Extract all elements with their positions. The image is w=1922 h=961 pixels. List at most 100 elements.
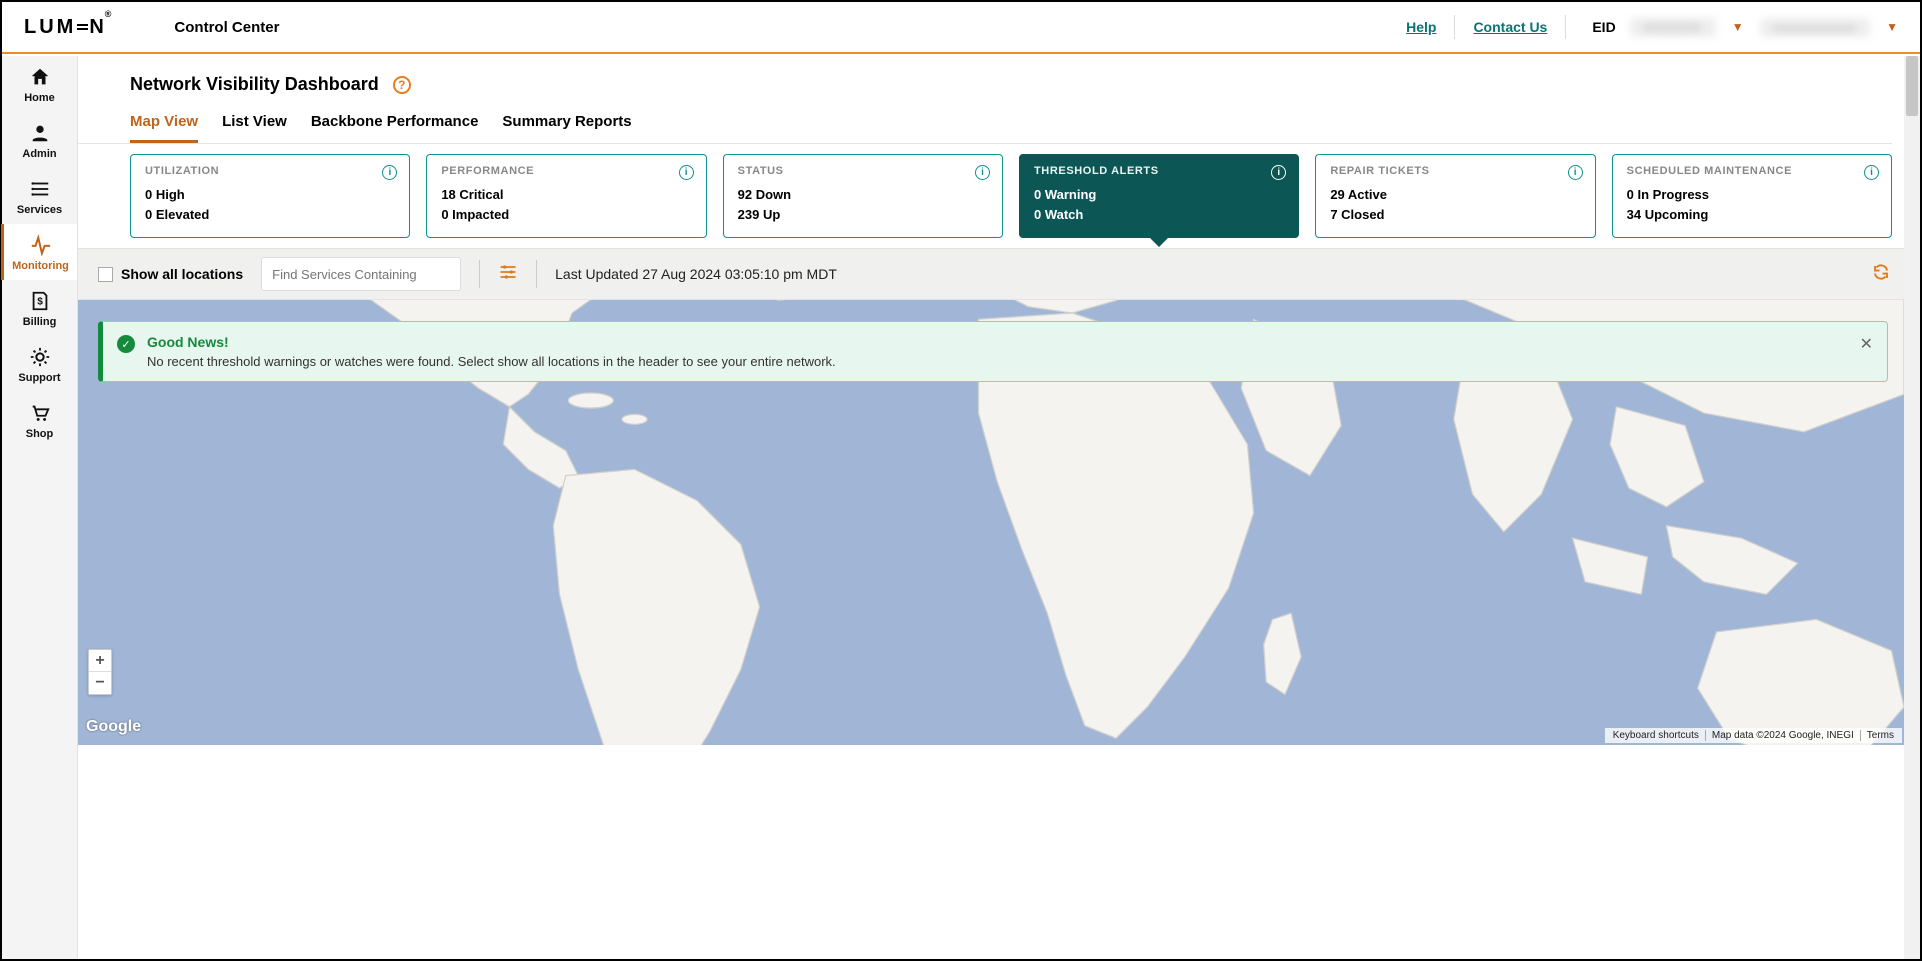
divider: [1454, 15, 1455, 39]
sidebar-item-home[interactable]: Home: [2, 56, 77, 112]
chevron-down-icon[interactable]: ▼: [1724, 20, 1752, 34]
divider: [479, 260, 480, 288]
tab-summary-reports[interactable]: Summary Reports: [502, 107, 631, 143]
card-utilization[interactable]: i UTILIZATION 0 High 0 Elevated: [130, 154, 410, 238]
alert-banner: ✓ Good News! No recent threshold warning…: [98, 321, 1888, 382]
support-icon: [29, 346, 51, 368]
sidebar-item-monitoring[interactable]: Monitoring: [1, 224, 77, 280]
card-title: UTILIZATION: [145, 165, 395, 177]
sidebar-item-label: Home: [24, 92, 55, 104]
services-icon: [29, 178, 51, 200]
sidebar-item-billing[interactable]: $ Billing: [2, 280, 77, 336]
map-zoom-control: + −: [88, 649, 112, 695]
zoom-out-button[interactable]: −: [89, 672, 111, 694]
app-title: Control Center: [174, 19, 279, 36]
card-line: 239 Up: [738, 205, 988, 225]
info-icon[interactable]: i: [679, 165, 694, 180]
sidebar-item-admin[interactable]: Admin: [2, 112, 77, 168]
help-link[interactable]: Help: [1396, 19, 1446, 35]
divider: [1565, 15, 1566, 39]
card-line: 34 Upcoming: [1627, 205, 1877, 225]
card-line: 0 Warning: [1034, 185, 1284, 205]
admin-icon: [29, 122, 51, 144]
divider: [536, 260, 537, 288]
svg-text:$: $: [37, 297, 43, 308]
card-line: 0 High: [145, 185, 395, 205]
monitoring-icon: [30, 234, 52, 256]
chevron-down-icon[interactable]: ▼: [1878, 20, 1906, 34]
sidebar-item-shop[interactable]: Shop: [2, 392, 77, 448]
sidebar-item-label: Admin: [22, 148, 56, 160]
user-name[interactable]: xxxxxxxxxxx: [1760, 18, 1871, 37]
home-icon: [29, 66, 51, 88]
sidebar-item-label: Services: [17, 204, 62, 216]
info-icon[interactable]: i: [382, 165, 397, 180]
show-all-locations-checkbox[interactable]: [98, 267, 113, 282]
show-all-locations-label[interactable]: Show all locations: [121, 266, 243, 282]
card-line: 18 Critical: [441, 185, 691, 205]
search-input[interactable]: [262, 267, 458, 282]
google-logo: Google: [86, 718, 141, 736]
last-updated: Last Updated 27 Aug 2024 03:05:10 pm MDT: [555, 266, 837, 282]
brand-logo: LUMN®: [24, 16, 116, 39]
tab-list-view[interactable]: List View: [222, 107, 287, 143]
sidebar-item-support[interactable]: Support: [2, 336, 77, 392]
stat-cards-row: i UTILIZATION 0 High 0 Elevated i PERFOR…: [78, 144, 1904, 248]
sidebar-item-label: Monitoring: [12, 260, 69, 272]
close-icon[interactable]: ✕: [1860, 334, 1873, 354]
billing-icon: $: [29, 290, 51, 312]
sidebar-item-label: Shop: [26, 428, 54, 440]
card-line: 0 Elevated: [145, 205, 395, 225]
card-status[interactable]: i STATUS 92 Down 239 Up: [723, 154, 1003, 238]
card-line: 92 Down: [738, 185, 988, 205]
eid-value[interactable]: XXXXXX: [1630, 18, 1716, 37]
tab-backbone-performance[interactable]: Backbone Performance: [311, 107, 479, 143]
search-box: [261, 257, 461, 291]
info-icon[interactable]: i: [1864, 165, 1879, 180]
scrollbar-thumb[interactable]: [1906, 56, 1918, 116]
sidebar-item-label: Support: [18, 372, 60, 384]
alert-title: Good News!: [147, 334, 1847, 350]
card-line: 0 In Progress: [1627, 185, 1877, 205]
card-title: SCHEDULED MAINTENANCE: [1627, 165, 1877, 177]
tabs: Map View List View Backbone Performance …: [78, 107, 1892, 144]
check-circle-icon: ✓: [117, 335, 135, 353]
sidebar-item-services[interactable]: Services: [2, 168, 77, 224]
scrollbar[interactable]: [1904, 56, 1920, 959]
help-icon[interactable]: ?: [393, 76, 411, 94]
tab-map-view[interactable]: Map View: [130, 107, 198, 143]
card-line: 0 Impacted: [441, 205, 691, 225]
alert-body: No recent threshold warnings or watches …: [147, 354, 1847, 369]
search-icon[interactable]: [458, 265, 461, 283]
card-line: 7 Closed: [1330, 205, 1580, 225]
info-icon[interactable]: i: [1271, 165, 1286, 180]
sidebar-item-label: Billing: [23, 316, 57, 328]
info-icon[interactable]: i: [1568, 165, 1583, 180]
cart-icon: [29, 402, 51, 424]
card-title: THRESHOLD ALERTS: [1034, 165, 1284, 177]
world-map[interactable]: ✓ Good News! No recent threshold warning…: [78, 300, 1904, 745]
zoom-in-button[interactable]: +: [89, 650, 111, 672]
keyboard-shortcuts-link[interactable]: Keyboard shortcuts: [1607, 730, 1706, 741]
content-region: Network Visibility Dashboard ? Map View …: [78, 56, 1904, 959]
card-line: 0 Watch: [1034, 205, 1284, 225]
card-title: REPAIR TICKETS: [1330, 165, 1580, 177]
info-icon[interactable]: i: [975, 165, 990, 180]
map-data-text: Map data ©2024 Google, INEGI: [1706, 730, 1861, 741]
app-header: LUMN® Control Center Help Contact Us EID…: [2, 2, 1920, 54]
contact-link[interactable]: Contact Us: [1463, 19, 1557, 35]
page-title: Network Visibility Dashboard: [130, 74, 379, 95]
toolbar: Show all locations Last Updated 27 Aug 2…: [78, 248, 1904, 300]
filter-icon[interactable]: [498, 262, 518, 287]
card-performance[interactable]: i PERFORMANCE 18 Critical 0 Impacted: [426, 154, 706, 238]
card-title: PERFORMANCE: [441, 165, 691, 177]
card-title: STATUS: [738, 165, 988, 177]
card-line: 29 Active: [1330, 185, 1580, 205]
sidebar: Home Admin Services Monitoring $ Billing…: [2, 56, 78, 959]
refresh-icon[interactable]: [1872, 263, 1890, 286]
card-threshold-alerts[interactable]: i THRESHOLD ALERTS 0 Warning 0 Watch: [1019, 154, 1299, 238]
card-scheduled-maintenance[interactable]: i SCHEDULED MAINTENANCE 0 In Progress 34…: [1612, 154, 1892, 238]
card-repair-tickets[interactable]: i REPAIR TICKETS 29 Active 7 Closed: [1315, 154, 1595, 238]
terms-link[interactable]: Terms: [1861, 730, 1900, 741]
map-attribution: Keyboard shortcuts Map data ©2024 Google…: [1605, 728, 1902, 743]
